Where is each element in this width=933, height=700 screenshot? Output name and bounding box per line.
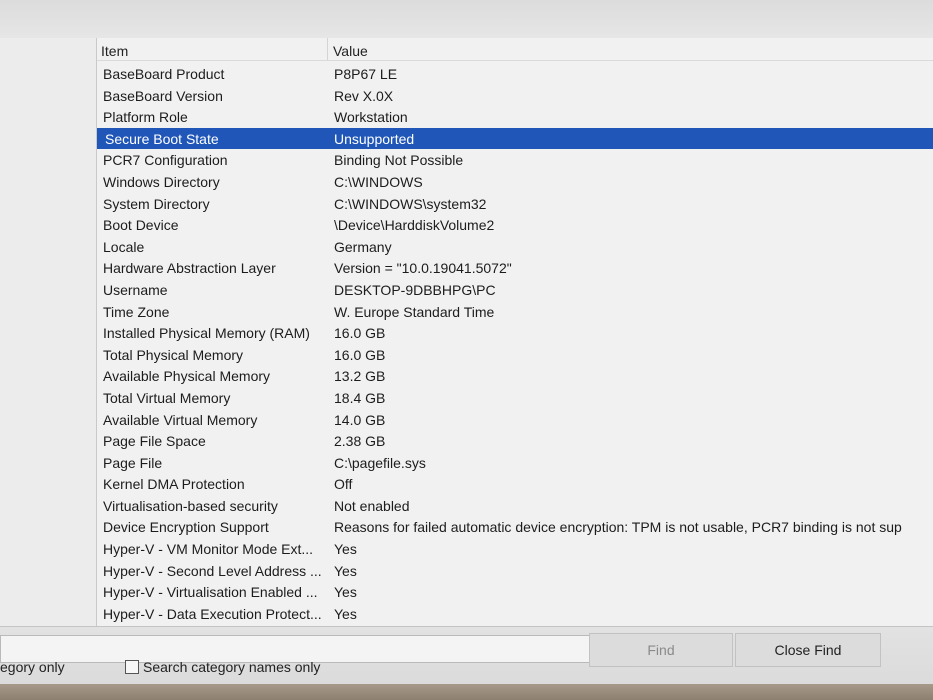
row-value: Yes: [334, 584, 357, 601]
list-rows: BaseBoard Product P8P67 LE BaseBoard Vers…: [97, 63, 933, 624]
row-item: Hyper-V - VM Monitor Mode Ext...: [103, 541, 314, 558]
table-row[interactable]: BaseBoard Product P8P67 LE: [97, 63, 933, 85]
row-value: Unsupported: [334, 130, 415, 147]
row-item: Device Encryption Support: [103, 519, 269, 536]
row-value: Binding Not Possible: [334, 152, 464, 169]
list-header: Item Value: [97, 38, 933, 61]
row-value: C:\pagefile.sys: [334, 454, 426, 471]
table-row[interactable]: PCR7 Configuration Binding Not Possible: [97, 149, 933, 171]
row-item: Hyper-V - Data Execution Protect...: [103, 605, 322, 622]
table-row[interactable]: Kernel DMA Protection Off: [97, 473, 933, 495]
row-item: Hyper-V - Second Level Address ...: [103, 562, 322, 579]
system-information-window: Item Value BaseBoard Product P8P67 LE Bas…: [0, 0, 933, 700]
column-header-item[interactable]: Item: [101, 43, 128, 59]
category-tree-pane[interactable]: [0, 38, 97, 626]
row-value: Germany: [334, 238, 392, 255]
column-header-value[interactable]: Value: [333, 43, 368, 59]
row-value: W. Europe Standard Time: [334, 303, 495, 320]
column-divider[interactable]: [327, 38, 328, 60]
table-row[interactable]: Total Physical Memory 16.0 GB: [97, 344, 933, 366]
row-value: Off: [334, 476, 353, 493]
row-item: Username: [103, 281, 168, 298]
row-value: 18.4 GB: [334, 389, 386, 406]
row-item: Time Zone: [103, 303, 170, 320]
row-item: Installed Physical Memory (RAM): [103, 325, 310, 342]
table-row[interactable]: Virtualisation-based security Not enabled: [97, 495, 933, 517]
table-row[interactable]: Username DESKTOP-9DBBHPG\PC: [97, 279, 933, 301]
row-value: Yes: [334, 605, 357, 622]
row-item: Platform Role: [103, 109, 188, 126]
table-row[interactable]: Hardware Abstraction Layer Version = "10.…: [97, 257, 933, 279]
row-item: PCR7 Configuration: [103, 152, 228, 169]
table-row[interactable]: Boot Device \Device\HarddiskVolume2: [97, 214, 933, 236]
row-value: Reasons for failed automatic device encr…: [334, 519, 902, 536]
row-item: System Directory: [103, 195, 210, 212]
row-item: Secure Boot State: [105, 130, 219, 147]
row-value: C:\WINDOWS: [334, 173, 423, 190]
table-row[interactable]: Device Encryption Support Reasons for fai…: [97, 516, 933, 538]
row-item: Available Physical Memory: [103, 368, 271, 385]
row-item: Page File: [103, 454, 163, 471]
row-item: Boot Device: [103, 217, 179, 234]
row-item: Total Physical Memory: [103, 346, 244, 363]
row-value: 16.0 GB: [334, 346, 386, 363]
row-value: Version = "10.0.19041.5072": [334, 260, 512, 277]
row-value: 2.38 GB: [334, 433, 386, 450]
row-item: Available Virtual Memory: [103, 411, 258, 428]
table-row[interactable]: Page File C:\pagefile.sys: [97, 452, 933, 474]
row-value: Not enabled: [334, 497, 410, 514]
row-value: Yes: [334, 541, 357, 558]
table-row[interactable]: Windows Directory C:\WINDOWS: [97, 171, 933, 193]
find-button[interactable]: Find: [589, 633, 733, 667]
table-row[interactable]: Platform Role Workstation: [97, 106, 933, 128]
row-value: 14.0 GB: [334, 411, 386, 428]
row-value: 13.2 GB: [334, 368, 386, 385]
monitor-bezel-edge: [0, 684, 933, 700]
row-item: Page File Space: [103, 433, 206, 450]
row-value: \Device\HarddiskVolume2: [334, 217, 495, 234]
row-value: Workstation: [334, 109, 408, 126]
row-item: Windows Directory: [103, 173, 220, 190]
search-category-names-only-option[interactable]: Search category names only: [125, 659, 320, 675]
row-item: BaseBoard Version: [103, 87, 223, 104]
table-row-selected[interactable]: Secure Boot State Unsupported: [97, 127, 933, 150]
table-row[interactable]: Installed Physical Memory (RAM) 16.0 GB: [97, 322, 933, 344]
row-item: Total Virtual Memory: [103, 389, 231, 406]
window-top-edge: [0, 0, 933, 39]
row-item: Virtualisation-based security: [103, 497, 278, 514]
row-value: P8P67 LE: [334, 66, 398, 82]
table-row[interactable]: BaseBoard Version Rev X.0X: [97, 85, 933, 107]
table-row[interactable]: Page File Space 2.38 GB: [97, 430, 933, 452]
table-row[interactable]: Total Virtual Memory 18.4 GB: [97, 387, 933, 409]
table-row[interactable]: Available Physical Memory 13.2 GB: [97, 365, 933, 387]
table-row[interactable]: Hyper-V - Virtualisation Enabled ... Yes: [97, 581, 933, 603]
row-value: Yes: [334, 562, 357, 579]
table-row[interactable]: Hyper-V - Second Level Address ... Yes: [97, 560, 933, 582]
table-row[interactable]: Available Virtual Memory 14.0 GB: [97, 409, 933, 431]
row-item: Locale: [103, 238, 145, 255]
table-row[interactable]: System Directory C:\WINDOWS\system32: [97, 193, 933, 215]
row-item: BaseBoard Product: [103, 66, 225, 82]
search-category-names-only-label: Search category names only: [143, 659, 321, 675]
row-value: Rev X.0X: [334, 87, 394, 104]
table-row[interactable]: Time Zone W. Europe Standard Time: [97, 301, 933, 323]
row-value: C:\WINDOWS\system32: [334, 195, 487, 212]
close-find-button[interactable]: Close Find: [735, 633, 881, 667]
row-item: Hyper-V - Virtualisation Enabled ...: [103, 584, 318, 601]
table-row[interactable]: Hyper-V - Data Execution Protect... Yes: [97, 603, 933, 625]
row-value: 16.0 GB: [334, 325, 386, 342]
details-list[interactable]: Item Value BaseBoard Product P8P67 LE Bas…: [97, 38, 933, 626]
row-value: DESKTOP-9DBBHPG\PC: [334, 281, 496, 298]
table-row[interactable]: Locale Germany: [97, 236, 933, 258]
row-item: Hardware Abstraction Layer: [103, 260, 276, 277]
search-category-names-only-checkbox[interactable]: [125, 660, 139, 674]
row-item: Kernel DMA Protection: [103, 476, 245, 493]
table-row[interactable]: Hyper-V - VM Monitor Mode Ext... Yes: [97, 538, 933, 560]
search-selected-category-only-label[interactable]: egory only: [0, 659, 65, 675]
